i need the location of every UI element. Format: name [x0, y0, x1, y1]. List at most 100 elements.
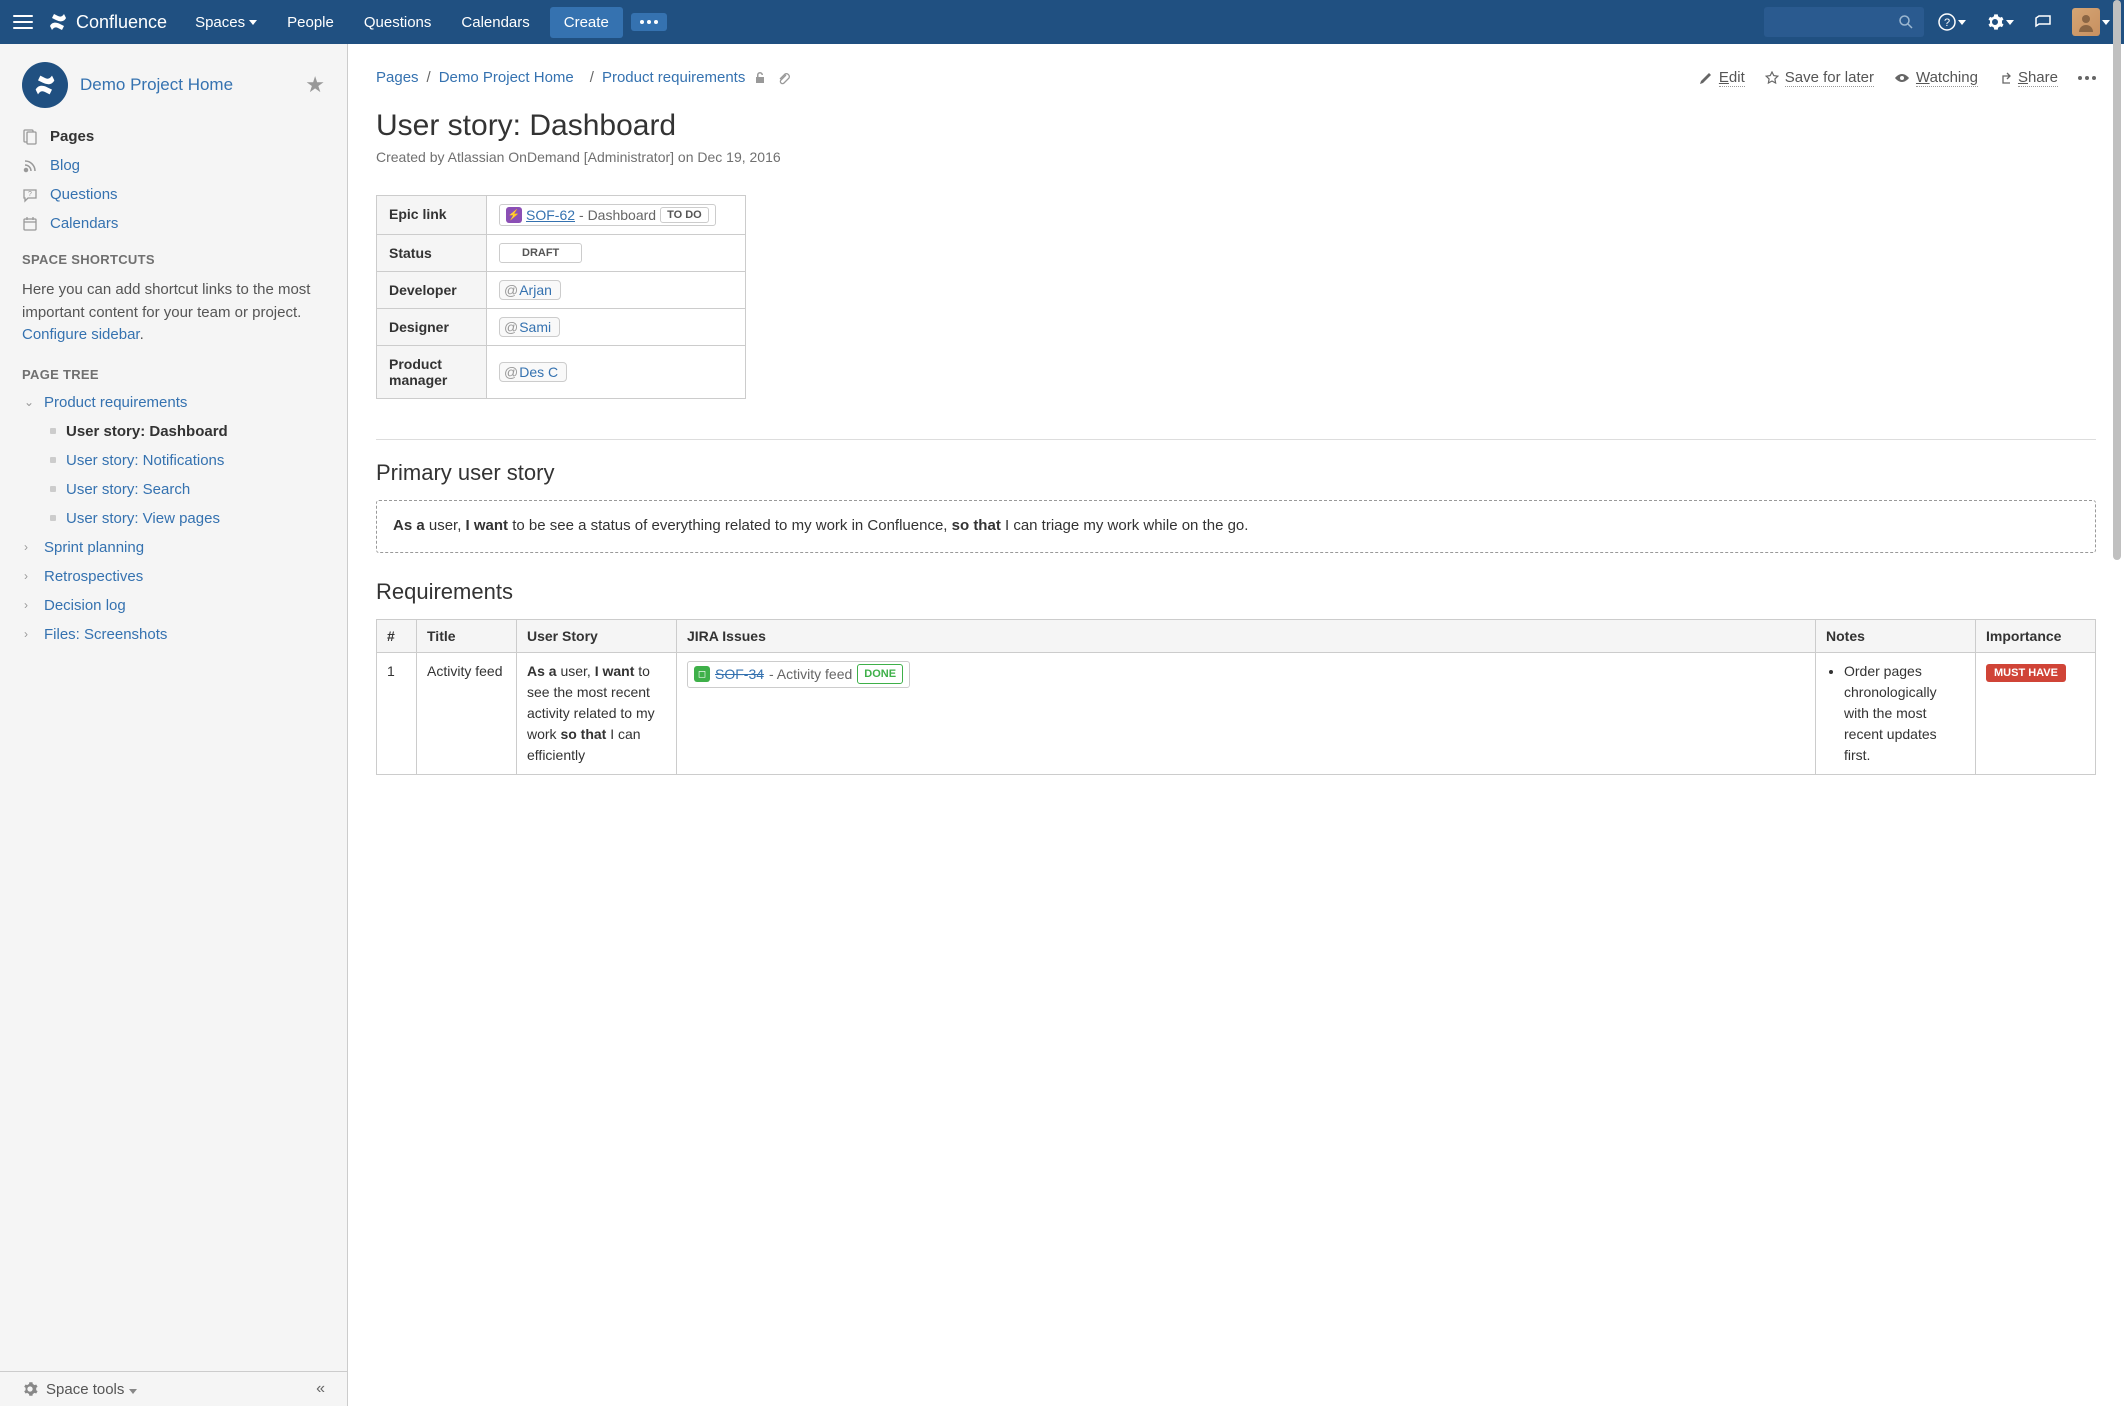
tree-item-search[interactable]: User story: Search [0, 475, 347, 504]
space-title[interactable]: Demo Project Home [80, 75, 305, 95]
tree-label: Product requirements [44, 394, 187, 411]
sidebar-item-label: Calendars [50, 215, 118, 232]
nav-questions[interactable]: Questions [350, 4, 446, 41]
sidebar-item-blog[interactable]: Blog [0, 151, 347, 180]
tree-item-dashboard[interactable]: User story: Dashboard [0, 417, 347, 446]
req-notes: Order pages chronologically with the mos… [1816, 652, 1976, 774]
sidebar-item-calendars[interactable]: Calendars [0, 209, 347, 238]
epic-link[interactable]: SOF-62 [526, 207, 575, 223]
breadcrumb-home[interactable]: Demo Project Home [439, 64, 574, 91]
tree-label: Retrospectives [44, 568, 143, 585]
search-icon [1898, 14, 1914, 30]
req-title: Activity feed [417, 652, 517, 774]
configure-sidebar-link[interactable]: Configure sidebar [22, 326, 140, 343]
nav-spaces[interactable]: Spaces [181, 4, 271, 41]
sidebar: Demo Project Home ★ Pages Blog ?Question… [0, 44, 348, 1406]
shortcuts-text: Here you can add shortcut links to the m… [0, 273, 347, 353]
req-num: 1 [377, 652, 417, 774]
collapse-sidebar-icon[interactable]: « [316, 1380, 325, 1398]
col-num: # [377, 619, 417, 652]
chevron-right-icon: › [24, 598, 36, 612]
confluence-logo[interactable]: Confluence [46, 10, 167, 34]
tree-label: Files: Screenshots [44, 626, 167, 643]
create-more-button[interactable] [631, 13, 667, 31]
sidebar-item-questions[interactable]: ?Questions [0, 180, 347, 209]
eye-icon [1894, 71, 1910, 85]
tree-item-files[interactable]: ›Files: Screenshots [0, 620, 347, 649]
primary-story-heading: Primary user story [376, 460, 2096, 486]
space-header: Demo Project Home ★ [0, 56, 347, 122]
star-icon[interactable]: ★ [305, 72, 325, 98]
edit-button[interactable]: Edit [1699, 69, 1745, 87]
search-input[interactable] [1764, 7, 1924, 37]
tree-item-sprint[interactable]: ›Sprint planning [0, 533, 347, 562]
chevron-down-icon [2102, 20, 2110, 25]
blog-icon [22, 158, 40, 174]
help-icon[interactable]: ? [1932, 7, 1972, 37]
unlock-icon[interactable] [753, 71, 767, 85]
tree-item-product-requirements[interactable]: ⌄ Product requirements [0, 388, 347, 417]
chevron-down-icon: ⌄ [24, 395, 36, 409]
status-label: Status [377, 235, 487, 272]
tree-item-retro[interactable]: ›Retrospectives [0, 562, 347, 591]
questions-icon: ? [22, 187, 40, 203]
create-button[interactable]: Create [550, 7, 623, 38]
bullet-icon [50, 457, 56, 463]
tree-label: User story: View pages [66, 510, 220, 527]
more-actions-button[interactable] [2078, 76, 2096, 80]
importance-badge: MUST HAVE [1986, 664, 2066, 682]
designer-mention[interactable]: @Sami [499, 317, 560, 337]
table-row: Designer @Sami [377, 309, 746, 346]
col-story: User Story [517, 619, 677, 652]
share-button[interactable]: Share [1998, 69, 2058, 87]
tree-label: User story: Search [66, 481, 190, 498]
nav-spaces-label: Spaces [195, 14, 245, 31]
svg-text:?: ? [28, 191, 32, 198]
tree-item-notifications[interactable]: User story: Notifications [0, 446, 347, 475]
status-badge: DRAFT [499, 243, 582, 263]
tree-item-viewpages[interactable]: User story: View pages [0, 504, 347, 533]
req-jira: ◻ SOF-34 - Activity feed DONE [677, 652, 1816, 774]
table-row: 1 Activity feed As a user, I want to see… [377, 652, 2096, 774]
epic-label: Epic link [377, 196, 487, 235]
user-menu[interactable] [2066, 2, 2116, 42]
col-title: Title [417, 619, 517, 652]
hamburger-menu-icon[interactable] [8, 7, 38, 37]
tree-item-decision[interactable]: ›Decision log [0, 591, 347, 620]
chevron-down-icon [1958, 20, 1966, 25]
pm-mention[interactable]: @Des C [499, 362, 567, 382]
save-for-later-button[interactable]: Save for later [1765, 69, 1874, 87]
chevron-down-icon [249, 20, 257, 25]
settings-icon[interactable] [1980, 7, 2020, 37]
tree-label: Sprint planning [44, 539, 144, 556]
pencil-icon [1699, 71, 1713, 85]
gear-icon [22, 1381, 38, 1397]
scrollbar[interactable] [2113, 0, 2121, 560]
ellipsis-icon [2078, 76, 2096, 80]
breadcrumb-pages[interactable]: Pages [376, 64, 419, 91]
svg-text:?: ? [1944, 17, 1950, 29]
jira-story-icon: ◻ [694, 666, 710, 682]
sidebar-item-pages[interactable]: Pages [0, 122, 347, 151]
sidebar-item-label: Pages [50, 128, 94, 145]
epic-text: - Dashboard [579, 207, 656, 223]
page-actions: Edit Save for later Watching Share [1699, 69, 2096, 87]
watching-button[interactable]: Watching [1894, 69, 1978, 87]
space-tools-button[interactable]: Space tools [46, 1381, 137, 1398]
tree-label: User story: Dashboard [66, 423, 228, 440]
developer-mention[interactable]: @Arjan [499, 280, 561, 300]
jira-issue-link[interactable]: SOF-34 [715, 664, 764, 685]
notifications-icon[interactable] [2028, 7, 2058, 37]
breadcrumb-prodreq[interactable]: Product requirements [602, 64, 745, 91]
col-notes: Notes [1816, 619, 1976, 652]
attachment-icon[interactable] [777, 71, 791, 85]
calendar-icon [22, 216, 40, 232]
req-story: As a user, I want to see the most recent… [517, 652, 677, 774]
nav-calendars[interactable]: Calendars [447, 4, 543, 41]
space-logo[interactable] [22, 62, 68, 108]
table-header-row: # Title User Story JIRA Issues Notes Imp… [377, 619, 2096, 652]
nav-people[interactable]: People [273, 4, 348, 41]
page-tree-heading: PAGE TREE [0, 353, 347, 388]
main-content: Pages / Demo Project Home / Product requ… [348, 44, 2124, 1406]
share-icon [1998, 71, 2012, 85]
